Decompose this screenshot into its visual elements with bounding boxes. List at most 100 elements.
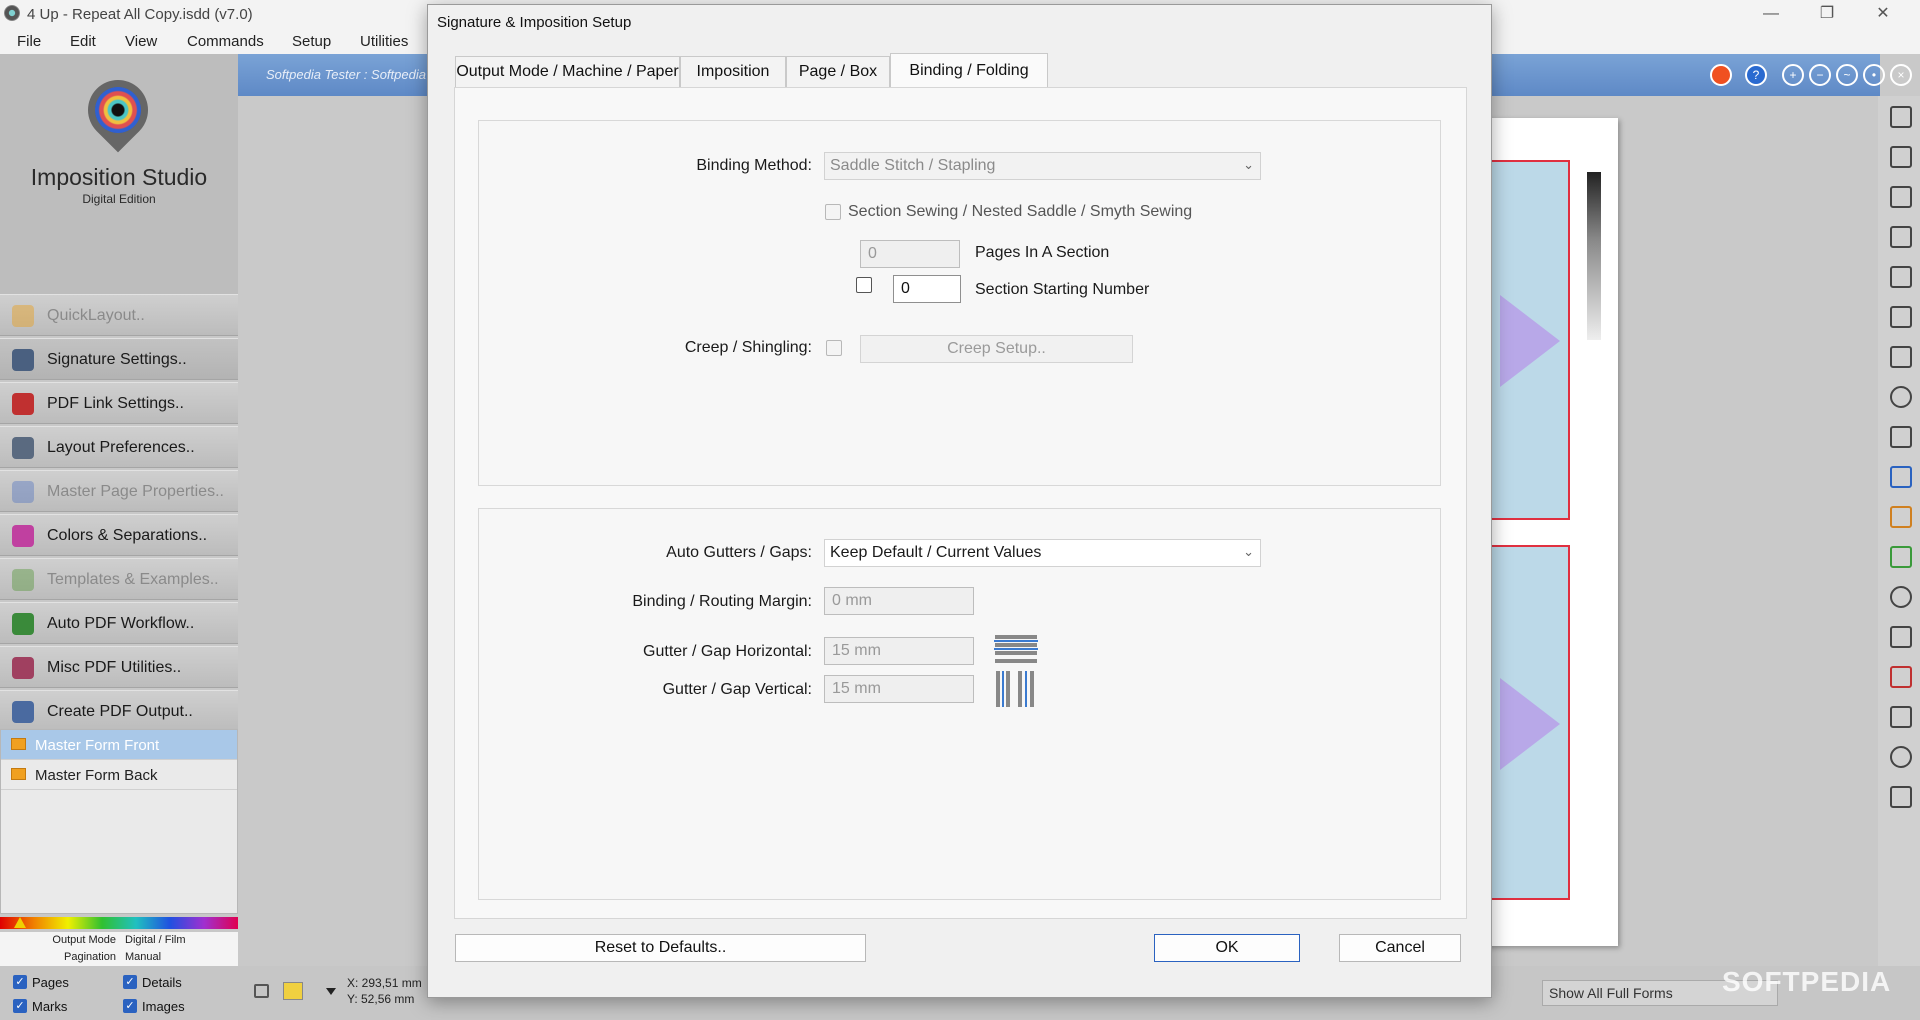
- registration-icon[interactable]: [1890, 386, 1912, 408]
- images-checkbox[interactable]: ✓: [123, 999, 137, 1013]
- play-icon[interactable]: [1890, 786, 1912, 808]
- marks-label: Marks: [32, 999, 68, 1014]
- dialog-title: Signature & Imposition Setup: [437, 14, 632, 31]
- zoom-in-icon[interactable]: +: [1782, 64, 1804, 86]
- tab-binding-folding[interactable]: Binding / Folding: [890, 53, 1048, 89]
- adjust-icon[interactable]: [1890, 266, 1912, 288]
- form-list-item[interactable]: Master Form Back: [1, 760, 237, 790]
- page-tool-icon[interactable]: [1890, 186, 1912, 208]
- eye-icon[interactable]: [1890, 746, 1912, 768]
- zoom-close-icon[interactable]: ×: [1890, 64, 1912, 86]
- color-strip-icon[interactable]: [1890, 426, 1912, 448]
- nav-item-8[interactable]: Misc PDF Utilities..: [0, 646, 238, 688]
- note-icon[interactable]: [283, 982, 303, 1000]
- monitor-icon[interactable]: [1890, 666, 1912, 688]
- form-list-item[interactable]: Master Form Front: [1, 730, 237, 760]
- info-row: Pagination Manual: [0, 949, 238, 965]
- window-title: 4 Up - Repeat All Copy.isdd (v7.0): [27, 6, 253, 23]
- section-starting-label: Section Starting Number: [975, 281, 1150, 298]
- gear-icon: [12, 437, 34, 459]
- menu-view[interactable]: View: [125, 33, 157, 50]
- workspace-header-text: Softpedia Tester : Softpedia: [266, 67, 426, 82]
- pdf-link-icon: [12, 393, 34, 415]
- nav-item-7[interactable]: Auto PDF Workflow..: [0, 602, 238, 644]
- warning-icon: [14, 917, 26, 928]
- menu-utilities[interactable]: Utilities: [360, 33, 408, 50]
- info-key: Pagination: [64, 950, 116, 963]
- nav-item-label: Misc PDF Utilities..: [47, 659, 182, 676]
- info-value: Manual: [125, 950, 162, 963]
- gutter-vertical-field[interactable]: 15 mm: [824, 675, 974, 703]
- menu-setup[interactable]: Setup: [292, 33, 331, 50]
- marks-checkbox[interactable]: ✓: [13, 999, 27, 1013]
- nav-item-9[interactable]: Create PDF Output..: [0, 690, 238, 732]
- section-starting-field[interactable]: 0: [893, 275, 961, 303]
- lock-icon[interactable]: [254, 984, 269, 998]
- utilities-icon: [12, 657, 34, 679]
- target-icon[interactable]: [1710, 64, 1732, 86]
- chevron-down-icon: ⌄: [1243, 544, 1254, 559]
- tab-content: Binding Method: Saddle Stitch / Stapling…: [454, 87, 1467, 919]
- binding-method-dropdown[interactable]: Saddle Stitch / Stapling ⌄: [824, 152, 1261, 180]
- nav-item-label: QuickLayout..: [47, 307, 145, 324]
- zoom-fit-icon[interactable]: ~: [1836, 64, 1858, 86]
- auto-gutters-dropdown[interactable]: Keep Default / Current Values ⌄: [824, 539, 1261, 567]
- minimize-button[interactable]: —: [1743, 0, 1799, 28]
- tab-output-mode[interactable]: Output Mode / Machine / Paper: [455, 56, 680, 88]
- dropdown-arrow-icon[interactable]: [326, 988, 336, 995]
- nav-item-5[interactable]: Colors & Separations..: [0, 514, 238, 556]
- menu-edit[interactable]: Edit: [70, 33, 96, 50]
- nav-item-label: Create PDF Output..: [47, 703, 193, 720]
- color-spectrum: [0, 917, 238, 929]
- master-page-icon: [12, 481, 34, 503]
- crop-marks-icon[interactable]: [1890, 306, 1912, 328]
- creep-checkbox[interactable]: [826, 340, 842, 356]
- cancel-button[interactable]: Cancel: [1339, 934, 1461, 962]
- select-tool-icon[interactable]: [1890, 106, 1912, 128]
- section-sewing-label: Section Sewing / Nested Saddle / Smyth S…: [848, 203, 1193, 220]
- zoom-actual-icon[interactable]: •: [1863, 64, 1885, 86]
- details-checkbox[interactable]: ✓: [123, 975, 137, 989]
- logo-area: Imposition Studio Digital Edition: [0, 54, 238, 294]
- nav-item-1[interactable]: Signature Settings..: [0, 338, 238, 380]
- tab-imposition[interactable]: Imposition: [680, 56, 786, 88]
- gutter-vertical-label: Gutter / Gap Vertical:: [662, 681, 812, 698]
- pages-checkbox[interactable]: ✓: [13, 975, 27, 989]
- info-value: Digital / Film: [125, 934, 186, 946]
- nav-item-label: Layout Preferences..: [47, 439, 195, 456]
- arrow-shape-bottom: [1500, 678, 1560, 770]
- tab-page-box[interactable]: Page / Box: [786, 56, 890, 88]
- barcode-icon[interactable]: [1890, 346, 1912, 368]
- report-icon[interactable]: [1890, 626, 1912, 648]
- zoom-out-icon[interactable]: −: [1809, 64, 1831, 86]
- nav-item-0[interactable]: QuickLayout..: [0, 294, 238, 336]
- nav-item-3[interactable]: Layout Preferences..: [0, 426, 238, 468]
- gauge-icon[interactable]: [1890, 586, 1912, 608]
- creep-setup-button[interactable]: Creep Setup..: [860, 335, 1133, 363]
- section-starting-checkbox[interactable]: [856, 277, 872, 293]
- binding-method-label: Binding Method:: [696, 157, 812, 174]
- layers-icon[interactable]: [1890, 226, 1912, 248]
- ok-button[interactable]: OK: [1154, 934, 1300, 962]
- imposition-grid-icon[interactable]: [1890, 466, 1912, 488]
- close-button[interactable]: ✕: [1855, 0, 1911, 28]
- reset-defaults-button[interactable]: Reset to Defaults..: [455, 934, 866, 962]
- help-icon[interactable]: ?: [1745, 64, 1767, 86]
- import-tool-icon[interactable]: [1890, 146, 1912, 168]
- pages-in-section-field[interactable]: 0: [860, 240, 960, 268]
- gutter-horizontal-field[interactable]: 15 mm: [824, 637, 974, 665]
- document-icon[interactable]: [1890, 706, 1912, 728]
- section-sewing-checkbox[interactable]: [825, 204, 841, 220]
- binding-margin-field[interactable]: 0 mm: [824, 587, 974, 615]
- coord-x: X: 293,51 mm: [347, 976, 422, 990]
- info-key: Output Mode: [52, 934, 116, 946]
- preflight-warning-icon[interactable]: [1890, 546, 1912, 568]
- nav-item-2[interactable]: PDF Link Settings..: [0, 382, 238, 424]
- templates-icon: [12, 569, 34, 591]
- maximize-button[interactable]: ❐: [1799, 0, 1855, 28]
- menu-file[interactable]: File: [17, 33, 41, 50]
- nav-item-4[interactable]: Master Page Properties..: [0, 470, 238, 512]
- menu-commands[interactable]: Commands: [187, 33, 264, 50]
- nav-item-6[interactable]: Templates & Examples..: [0, 558, 238, 600]
- bleed-icon[interactable]: [1890, 506, 1912, 528]
